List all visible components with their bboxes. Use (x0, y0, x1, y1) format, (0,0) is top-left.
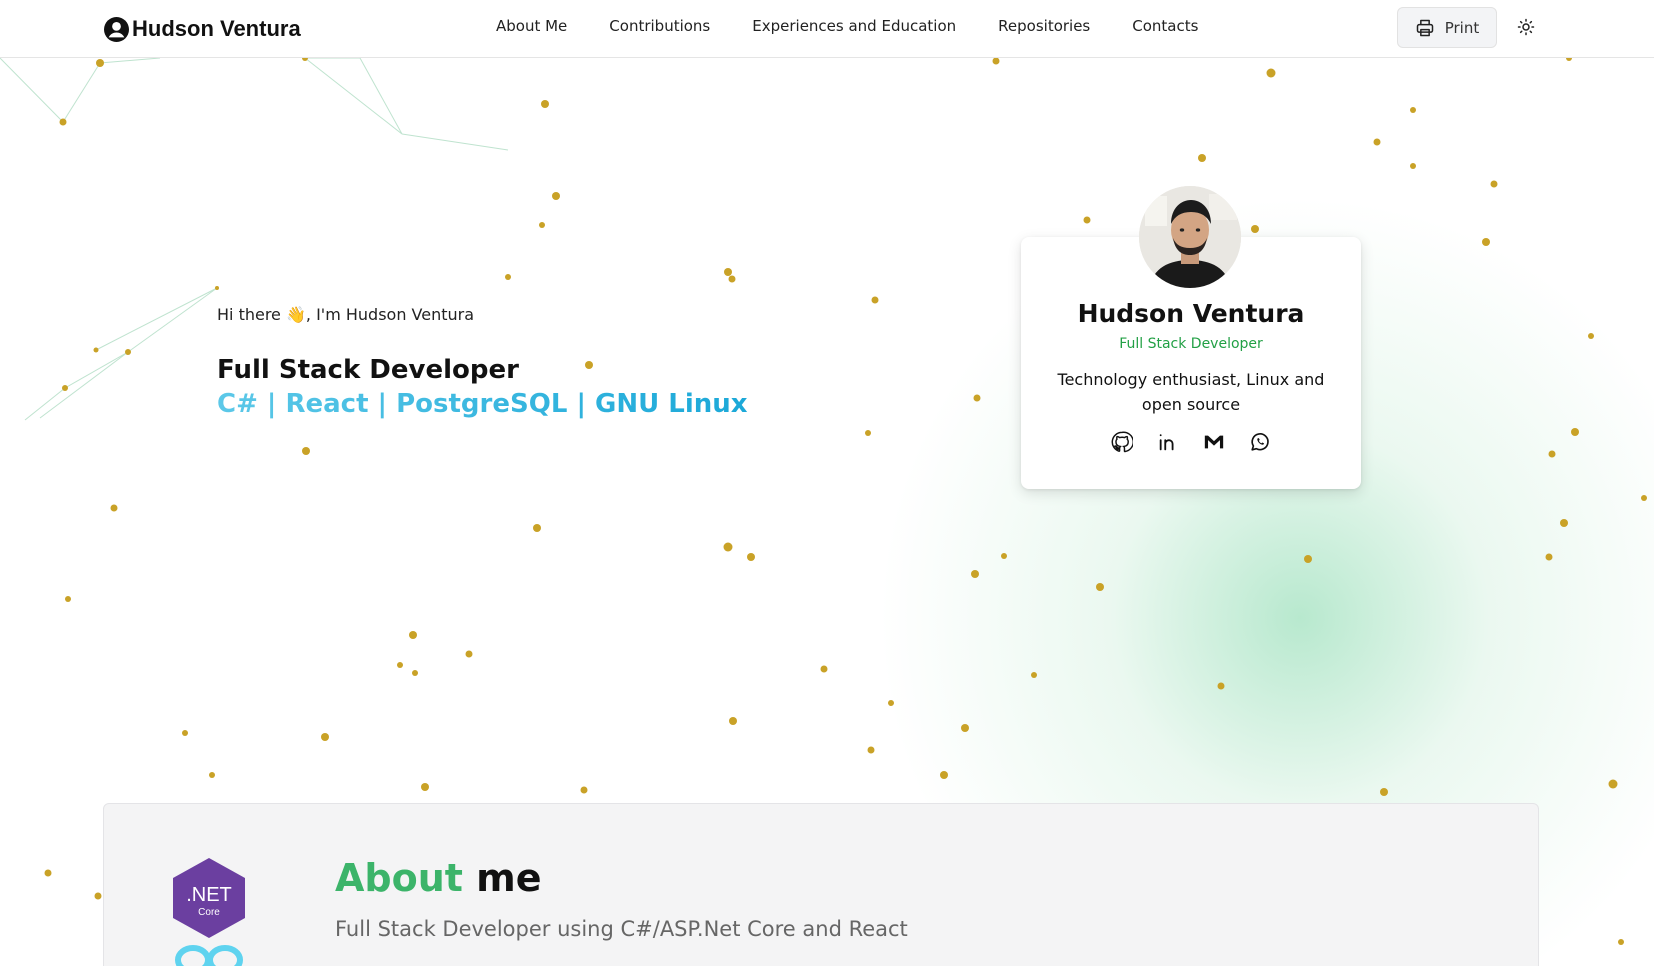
about-subtitle: Full Stack Developer using C#/ASP.Net Co… (335, 917, 908, 941)
profile-photo (1139, 186, 1241, 288)
dotnet-logo-text: .NET (186, 884, 232, 906)
hero-tech-stack: C# | React | PostgreSQL | GNU Linux (217, 389, 748, 419)
profile-role: Full Stack Developer (1119, 336, 1263, 352)
printer-icon (1416, 19, 1433, 36)
linkedin-icon[interactable] (1157, 431, 1179, 453)
nav-contacts[interactable]: Contacts (1132, 17, 1198, 35)
nav-experiences-education[interactable]: Experiences and Education (752, 17, 956, 35)
about-title-rest: me (476, 856, 542, 900)
hero-greeting: Hi there 👋, I'm Hudson Ventura (217, 305, 475, 324)
theme-toggle-button[interactable] (1515, 16, 1537, 38)
brand[interactable]: Hudson Ventura (104, 14, 301, 44)
main-nav: About Me Contributions Experiences and E… (496, 17, 1198, 35)
gmail-icon[interactable] (1203, 431, 1225, 453)
sun-icon (1517, 18, 1535, 36)
dotnet-core-logo: .NET Core (173, 858, 245, 966)
hero-role: Full Stack Developer (217, 355, 519, 385)
nav-contributions[interactable]: Contributions (609, 17, 710, 35)
nav-about-me[interactable]: About Me (496, 17, 567, 35)
about-section: .NET Core About me Full Stack Developer … (103, 803, 1539, 966)
profile-name: Hudson Ventura (1077, 299, 1305, 328)
brand-name: Hudson Ventura (132, 16, 301, 41)
site-header: Hudson Ventura About Me Contributions Ex… (0, 0, 1654, 58)
print-button[interactable]: Print (1397, 7, 1497, 48)
github-icon[interactable] (1111, 431, 1133, 453)
about-title: About me (335, 856, 542, 900)
social-links (1021, 431, 1361, 453)
user-circle-icon (104, 16, 129, 42)
whatsapp-icon[interactable] (1249, 431, 1271, 453)
dotnet-logo-subtext: Core (198, 907, 220, 918)
about-title-accent: About (335, 856, 463, 900)
profile-bio: Technology enthusiast, Linux and open so… (1057, 370, 1325, 414)
nav-repositories[interactable]: Repositories (998, 17, 1090, 35)
print-label: Print (1444, 18, 1480, 37)
